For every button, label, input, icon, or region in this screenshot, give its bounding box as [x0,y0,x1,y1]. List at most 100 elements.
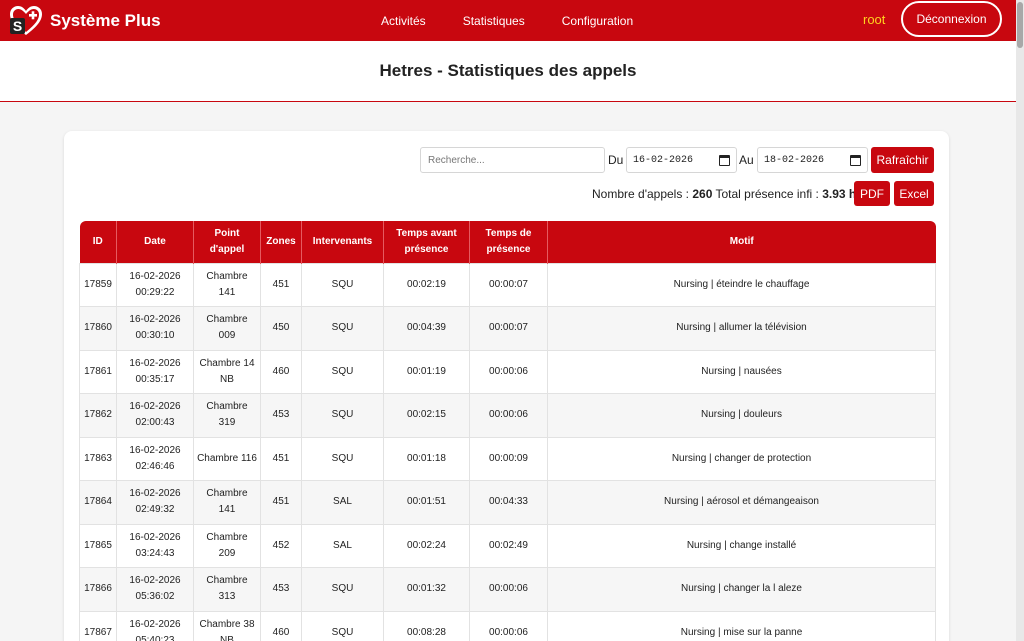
table-cell: 00:01:18 [383,436,470,481]
table-cell: 00:01:19 [383,349,470,394]
table-cell: 16-02-2026 02:00:43 [116,393,194,438]
top-navbar: S Système Plus Activités Statistiques Co… [0,0,1016,41]
calls-count: 260 [692,187,713,201]
table-cell: 00:08:28 [383,610,470,641]
table-cell: 00:04:39 [383,306,470,351]
column-header[interactable]: Date [116,221,194,263]
table-cell: 451 [260,262,302,307]
table-cell: 16-02-2026 00:30:10 [116,306,194,351]
table-cell: 16-02-2026 00:29:22 [116,262,194,307]
presence-total: 3.93 h [822,187,857,201]
column-header[interactable]: Temps de présence [469,221,548,263]
table-cell: SQU [301,436,384,481]
table-cell: 450 [260,306,302,351]
calendar-icon[interactable] [719,154,730,166]
logout-button[interactable]: Déconnexion [901,1,1002,37]
table-cell: 453 [260,393,302,438]
to-date-value: 18-02-2026 [764,154,825,166]
table-cell: 17859 [79,262,117,307]
pdf-export-button[interactable]: PDF [854,181,890,206]
current-user: root [863,12,886,27]
table-cell: 16-02-2026 02:46:46 [116,436,194,481]
table-cell: 17867 [79,610,117,641]
table-cell: SQU [301,610,384,641]
table-cell: Chambre 313 [193,567,261,612]
table-row[interactable]: 17867 16-02-2026 05:40:23 Chambre 38 NB 460… [79,610,936,641]
table-cell: Chambre 14 NB [193,349,261,394]
table-cell: 16-02-2026 02:49:32 [116,480,194,525]
table-cell: 460 [260,349,302,394]
table-cell: 451 [260,436,302,481]
search-input[interactable] [420,147,605,173]
table-cell: Nursing | changer la l aleze [547,567,936,612]
table-row[interactable]: 17861 16-02-2026 00:35:17 Chambre 14 NB 460… [79,349,936,394]
page-scrollbar[interactable] [1016,0,1024,641]
table-cell: 00:02:24 [383,523,470,568]
table-cell: 00:02:49 [469,523,548,568]
table-row[interactable]: 17860 16-02-2026 00:30:10 Chambre 009 450 SQ… [79,306,936,351]
table-cell: SQU [301,306,384,351]
summary-line: Nombre d'appels : 260 Total présence inf… [592,187,856,201]
table-cell: Nursing | douleurs [547,393,936,438]
table-cell: SQU [301,393,384,438]
main-nav: Activités Statistiques Configuration [381,0,670,41]
table-cell: 460 [260,610,302,641]
presence-label: Total présence infi : [712,187,823,201]
table-cell: Nursing | aérosol et démangeaison [547,480,936,525]
column-header[interactable]: Intervenants [301,221,384,263]
column-header[interactable]: ID [79,221,117,263]
table-cell: Nursing | nausées [547,349,936,394]
table-cell: 17864 [79,480,117,525]
from-date-label: Du [608,153,624,167]
table-row[interactable]: 17859 16-02-2026 00:29:22 Chambre 141 451 SQ… [79,262,936,307]
table-cell: Chambre 141 [193,262,261,307]
table-cell: 00:02:15 [383,393,470,438]
refresh-button[interactable]: Rafraîchir [871,147,934,173]
table-cell: 00:01:51 [383,480,470,525]
to-date-input[interactable]: 18-02-2026 [757,147,868,173]
excel-export-button[interactable]: Excel [894,181,934,206]
table-body: 17859 16-02-2026 00:29:22 Chambre 141 451 SQ… [79,262,936,641]
table-cell: Nursing | changer de protection [547,436,936,481]
table-row[interactable]: 17866 16-02-2026 05:36:02 Chambre 313 453 SQ… [79,567,936,612]
table-row[interactable]: 17864 16-02-2026 02:49:32 Chambre 141 451 SA… [79,480,936,525]
table-cell: 452 [260,523,302,568]
table-cell: 00:00:06 [469,393,548,438]
table-cell: 451 [260,480,302,525]
table-cell: Nursing | mise sur la panne [547,610,936,641]
to-date-label: Au [739,153,754,167]
column-header[interactable]: Point d'appel [193,221,261,263]
table-cell: Nursing | éteindre le chauffage [547,262,936,307]
table-cell: 00:00:06 [469,567,548,612]
table-cell: 16-02-2026 00:35:17 [116,349,194,394]
table-row[interactable]: 17865 16-02-2026 03:24:43 Chambre 209 452 SA… [79,523,936,568]
column-header[interactable]: Motif [547,221,936,263]
scrollbar-thumb[interactable] [1017,2,1023,48]
table-cell: 00:00:07 [469,306,548,351]
table-cell: 00:00:06 [469,610,548,641]
table-cell: Chambre 38 NB [193,610,261,641]
nav-configuration[interactable]: Configuration [562,14,633,28]
table-row[interactable]: 17862 16-02-2026 02:00:43 Chambre 319 453 SQ… [79,393,936,438]
calendar-icon[interactable] [850,154,861,166]
table-header: ID Date Point d'appel Zones Intervenants Temp… [79,221,936,263]
table-cell: 00:00:07 [469,262,548,307]
table-cell: Chambre 141 [193,480,261,525]
column-header[interactable]: Zones [260,221,302,263]
nav-statistiques[interactable]: Statistiques [463,14,525,28]
table-cell: SQU [301,567,384,612]
from-date-input[interactable]: 16-02-2026 [626,147,737,173]
table-cell: 16-02-2026 05:40:23 [116,610,194,641]
table-cell: 00:00:06 [469,349,548,394]
table-row[interactable]: 17863 16-02-2026 02:46:46 Chambre 116 451 SQ… [79,436,936,481]
stats-card: Du 16-02-2026 Au 18-02-2026 Rafraîchir N… [64,131,949,641]
nav-activites[interactable]: Activités [381,14,426,28]
heart-plus-logo-icon: S [8,4,44,38]
table-cell: Chambre 009 [193,306,261,351]
svg-text:S: S [13,18,22,34]
column-header[interactable]: Temps avant présence [383,221,470,263]
table-cell: 17863 [79,436,117,481]
table-cell: Chambre 209 [193,523,261,568]
brand[interactable]: S Système Plus [8,4,161,38]
table-cell: 453 [260,567,302,612]
